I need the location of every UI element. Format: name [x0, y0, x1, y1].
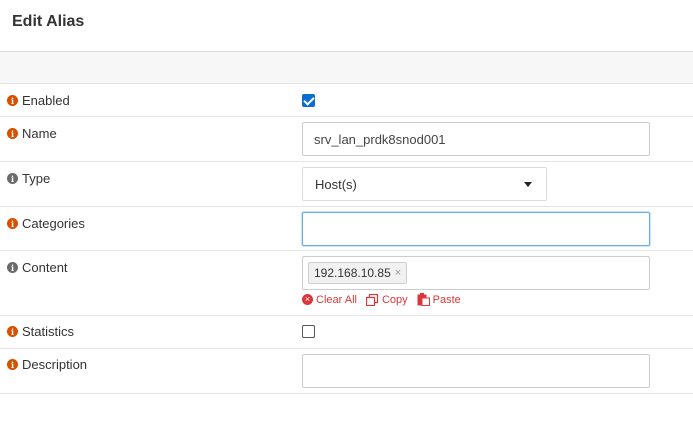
enabled-checkbox[interactable] — [302, 94, 315, 107]
info-icon[interactable]: i — [7, 173, 18, 184]
categories-input[interactable] — [302, 212, 650, 246]
copy-icon — [365, 293, 379, 306]
enabled-label: Enabled — [22, 93, 70, 108]
paste-link[interactable]: Paste — [417, 293, 461, 306]
categories-label: Categories — [22, 216, 85, 231]
content-label-group: i Content — [7, 260, 68, 275]
statistics-label-group: i Statistics — [7, 324, 74, 339]
content-actions: × Clear All Copy Paste — [302, 293, 470, 306]
type-select-value: Host(s) — [315, 176, 357, 192]
form-row-name: i Name srv_lan_prdk8snod001 — [0, 117, 693, 162]
description-input[interactable] — [302, 354, 650, 388]
dialog-title: Edit Alias — [12, 13, 85, 30]
statistics-checkbox[interactable] — [302, 325, 315, 338]
description-label-group: i Description — [7, 357, 87, 372]
info-icon[interactable]: i — [7, 128, 18, 139]
clear-icon: × — [302, 294, 313, 305]
type-label: Type — [22, 171, 51, 186]
type-label-group: i Type — [7, 171, 50, 186]
name-label-group: i Name — [7, 126, 57, 141]
content-label: Content — [22, 260, 68, 275]
type-select[interactable]: Host(s) — [302, 167, 547, 201]
info-icon[interactable]: i — [7, 262, 18, 273]
dialog-header: Edit Alias — [0, 0, 693, 52]
info-icon[interactable]: i — [7, 326, 18, 337]
categories-label-group: i Categories — [7, 216, 85, 231]
clear-all-label: Clear All — [316, 293, 357, 306]
paste-label: Paste — [432, 293, 461, 306]
content-token: 192.168.10.85 × — [308, 262, 408, 284]
content-token-input[interactable]: 192.168.10.85 × — [302, 256, 650, 290]
caret-down-icon — [524, 181, 532, 187]
copy-label: Copy — [381, 293, 408, 306]
form-subheader-bar — [0, 52, 693, 84]
form-row-statistics: i Statistics — [0, 316, 693, 349]
info-icon[interactable]: i — [7, 218, 18, 229]
form-row-description: i Description — [0, 349, 693, 394]
description-label: Description — [22, 357, 88, 372]
name-label: Name — [22, 126, 57, 141]
enabled-label-group: i Enabled — [7, 93, 70, 108]
clear-all-link[interactable]: × Clear All — [302, 294, 357, 306]
name-input[interactable]: srv_lan_prdk8snod001 — [302, 122, 650, 156]
token-remove-icon[interactable]: × — [395, 267, 401, 279]
info-icon[interactable]: i — [7, 95, 18, 106]
form-row-enabled: i Enabled — [0, 84, 693, 117]
copy-link[interactable]: Copy — [365, 293, 408, 306]
paste-icon — [417, 293, 430, 306]
form-row-content: i Content 192.168.10.85 × — [0, 251, 693, 316]
content-token-text: 192.168.10.85 — [314, 266, 391, 280]
info-icon[interactable]: i — [7, 359, 18, 370]
form-row-categories: i Categories — [0, 207, 693, 251]
form-row-type: i Type Host(s) — [0, 162, 693, 207]
statistics-label: Statistics — [22, 324, 75, 339]
